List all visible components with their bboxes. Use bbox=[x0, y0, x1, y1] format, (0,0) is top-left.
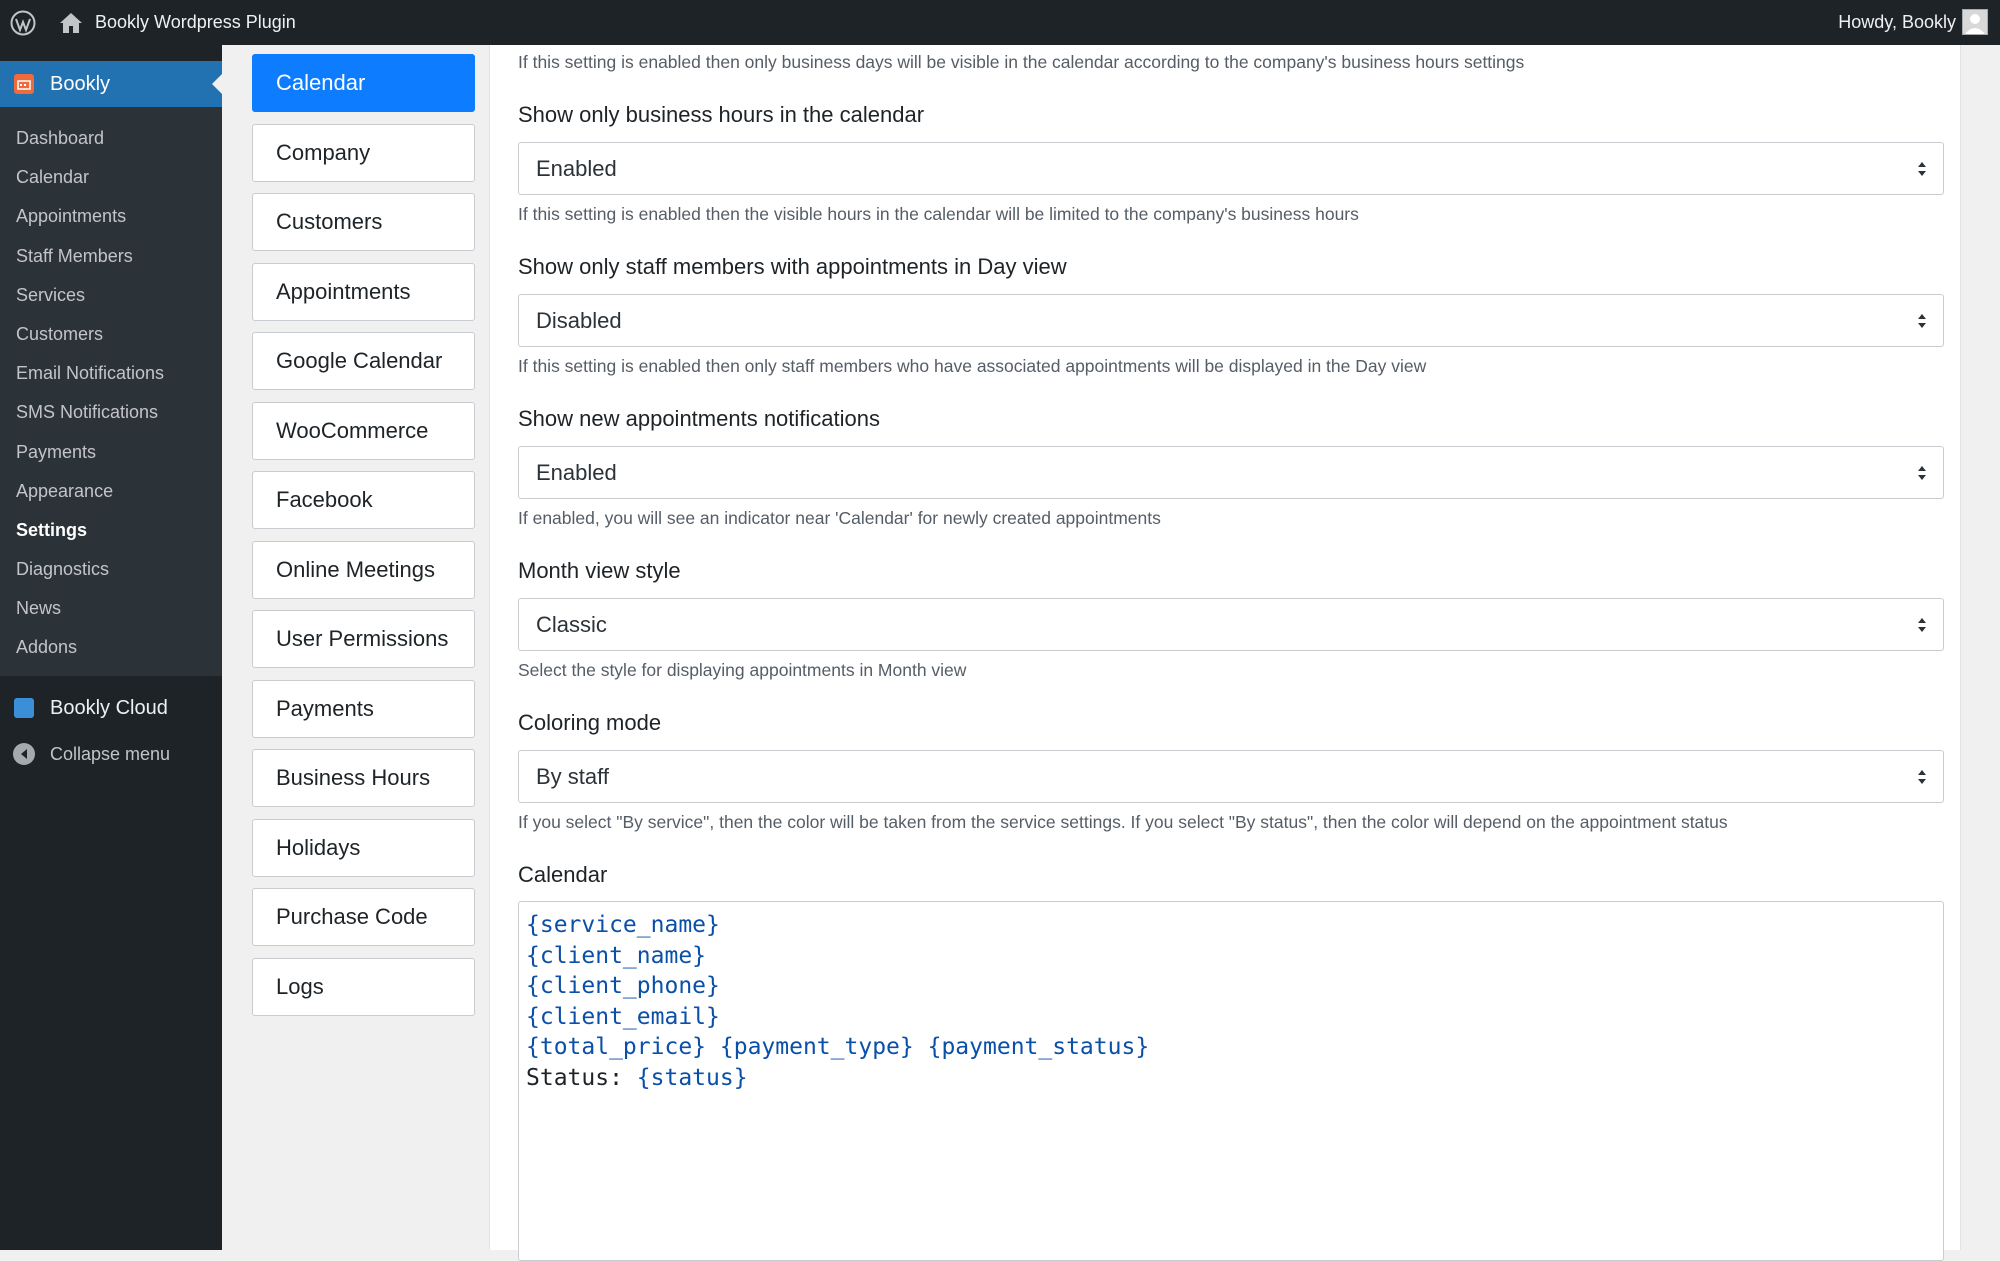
avatar[interactable] bbox=[1962, 9, 1988, 35]
tab-customers[interactable]: Customers bbox=[252, 193, 475, 251]
sidebar-item-staff-members[interactable]: Staff Members bbox=[0, 237, 222, 276]
collapse-menu-button[interactable]: Collapse menu bbox=[0, 731, 222, 777]
tab-logs[interactable]: Logs bbox=[252, 957, 475, 1016]
sidebar-item-sms-notifications[interactable]: SMS Notifications bbox=[0, 393, 222, 432]
business-hours-value: Enabled bbox=[536, 155, 617, 181]
sidebar-item-label: Bookly bbox=[50, 72, 111, 95]
sidebar-item-appointments[interactable]: Appointments bbox=[0, 197, 222, 236]
month-view-style-help: Select the style for displaying appointm… bbox=[518, 660, 967, 680]
collapse-arrow-icon bbox=[13, 743, 35, 765]
bookly-calendar-icon bbox=[14, 74, 34, 94]
template-line: {client_name} bbox=[526, 941, 1936, 972]
template-line: {client_email} bbox=[526, 1002, 1936, 1033]
tab-payments[interactable]: Payments bbox=[252, 679, 475, 738]
sidebar-submenu: Dashboard Calendar Appointments Staff Membe… bbox=[0, 107, 222, 676]
tab-woocommerce[interactable]: WooCommerce bbox=[252, 401, 475, 460]
coloring-mode-select[interactable]: By staff bbox=[518, 750, 1944, 803]
sidebar-item-appearance[interactable]: Appearance bbox=[0, 472, 222, 511]
new-notifications-select[interactable]: Enabled bbox=[518, 446, 1944, 499]
coloring-mode-label: Coloring mode bbox=[518, 710, 662, 735]
template-text: Status: bbox=[526, 1064, 637, 1091]
calendar-template-textarea[interactable]: {service_name} {client_name} {client_phone… bbox=[518, 901, 1944, 1261]
sidebar-item-bookly-cloud[interactable]: Bookly Cloud bbox=[0, 685, 222, 731]
month-view-style-select[interactable]: Classic bbox=[518, 598, 1944, 651]
new-notifications-help: If enabled, you will see an indicator ne… bbox=[518, 508, 1161, 528]
sidebar-item-diagnostics[interactable]: Diagnostics bbox=[0, 550, 222, 589]
new-notifications-label: Show new appointments notifications bbox=[518, 406, 880, 431]
template-placeholder-code: {client_phone} bbox=[526, 973, 720, 1000]
staff-day-view-select[interactable]: Disabled bbox=[518, 294, 1944, 347]
select-caret-icon bbox=[1918, 770, 1926, 784]
tab-facebook[interactable]: Facebook bbox=[252, 471, 475, 529]
staff-day-view-help: If this setting is enabled then only sta… bbox=[518, 356, 1427, 376]
sidebar-item-settings[interactable]: Settings bbox=[0, 511, 222, 550]
admin-sidebar: Bookly Dashboard Calendar Appointments Staf… bbox=[0, 45, 222, 1250]
staff-day-view-value: Disabled bbox=[536, 307, 622, 333]
tab-purchase-code[interactable]: Purchase Code bbox=[252, 888, 475, 946]
select-caret-icon bbox=[1918, 466, 1926, 480]
sidebar-item-customers[interactable]: Customers bbox=[0, 315, 222, 354]
tab-appointments[interactable]: Appointments bbox=[252, 262, 475, 321]
template-line: {client_phone} bbox=[526, 971, 1936, 1002]
sidebar-item-email-notifications[interactable]: Email Notifications bbox=[0, 354, 222, 393]
tab-company[interactable]: Company bbox=[252, 123, 475, 182]
business-hours-label: Show only business hours in the calendar bbox=[518, 102, 925, 127]
site-name-link[interactable]: Bookly Wordpress Plugin bbox=[95, 12, 296, 33]
business-hours-help: If this setting is enabled then the visi… bbox=[518, 204, 1359, 224]
settings-tabs: Calendar Company Customers Appointments Goog… bbox=[252, 54, 475, 1027]
template-placeholder-code: {payment_status} bbox=[927, 1034, 1150, 1061]
tab-business-hours[interactable]: Business Hours bbox=[252, 749, 475, 807]
template-placeholder-code: {payment_type} bbox=[719, 1034, 914, 1061]
month-view-style-label: Month view style bbox=[518, 558, 681, 583]
home-icon[interactable] bbox=[59, 10, 85, 36]
month-view-style-value: Classic bbox=[536, 611, 607, 637]
tab-holidays[interactable]: Holidays bbox=[252, 818, 475, 877]
tab-google-calendar[interactable]: Google Calendar bbox=[252, 332, 475, 390]
coloring-mode-value: By staff bbox=[536, 763, 609, 789]
wordpress-logo-icon[interactable] bbox=[0, 0, 45, 45]
sidebar-item-dashboard[interactable]: Dashboard bbox=[0, 119, 222, 158]
template-placeholder-code: {client_name} bbox=[526, 942, 707, 969]
howdy-user[interactable]: Howdy, Bookly bbox=[1838, 0, 1956, 45]
admin-bar: Bookly Wordpress Plugin Howdy, Bookly bbox=[0, 0, 2000, 45]
template-line: Status: {status} bbox=[526, 1063, 1936, 1094]
new-notifications-value: Enabled bbox=[536, 459, 617, 485]
sidebar-item-news[interactable]: News bbox=[0, 589, 222, 628]
sidebar-item-bookly[interactable]: Bookly bbox=[0, 61, 222, 107]
current-menu-arrow bbox=[212, 74, 222, 94]
tab-online-meetings[interactable]: Online Meetings bbox=[252, 540, 475, 599]
cloud-icon bbox=[14, 698, 34, 718]
template-placeholder-code: {status} bbox=[636, 1064, 748, 1091]
tab-user-permissions[interactable]: User Permissions bbox=[252, 610, 475, 668]
select-caret-icon bbox=[1918, 162, 1926, 176]
sidebar-item-payments[interactable]: Payments bbox=[0, 433, 222, 472]
template-line: {total_price} {payment_type} {payment_st… bbox=[526, 1032, 1936, 1063]
template-placeholder-code: {client_email} bbox=[526, 1003, 720, 1030]
template-placeholder-code: {total_price} bbox=[526, 1034, 707, 1061]
staff-day-view-label: Show only staff members with appointment… bbox=[518, 254, 1067, 279]
template-placeholder-code: {service_name} bbox=[526, 912, 720, 938]
sidebar-item-services[interactable]: Services bbox=[0, 276, 222, 315]
calendar-settings-panel: If this setting is enabled then only bus… bbox=[489, 45, 1961, 1261]
business-hours-select[interactable]: Enabled bbox=[518, 142, 1944, 195]
select-caret-icon bbox=[1918, 314, 1926, 328]
coloring-mode-help: If you select "By service", then the col… bbox=[518, 812, 1728, 832]
sidebar-item-calendar[interactable]: Calendar bbox=[0, 158, 222, 197]
template-line: {service_name} bbox=[526, 910, 1936, 941]
collapse-menu-label: Collapse menu bbox=[50, 743, 171, 764]
sidebar-item-label: Bookly Cloud bbox=[50, 696, 168, 719]
business-days-help: If this setting is enabled then only bus… bbox=[518, 52, 1525, 72]
sidebar-item-addons[interactable]: Addons bbox=[0, 628, 222, 667]
tab-calendar[interactable]: Calendar bbox=[252, 54, 475, 112]
calendar-template-label: Calendar bbox=[518, 862, 608, 887]
select-caret-icon bbox=[1918, 618, 1926, 632]
